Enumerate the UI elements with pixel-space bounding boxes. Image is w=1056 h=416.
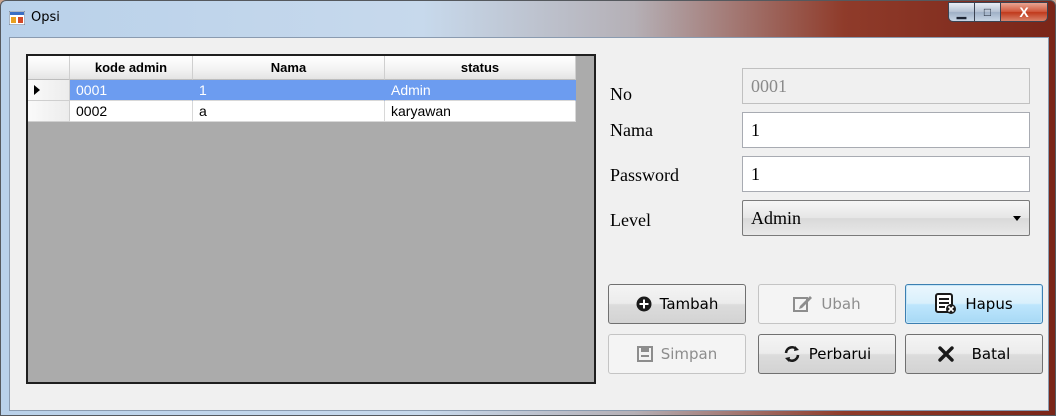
no-label: No (610, 84, 632, 104)
no-field (742, 68, 1030, 104)
window: Opsi ▁ □ X kode admin Nama status 0001 1… (0, 0, 1056, 416)
hapus-button[interactable]: Hapus (905, 284, 1043, 324)
table-row[interactable]: 0001 1 Admin (28, 80, 576, 101)
minimize-button[interactable]: ▁ (948, 2, 975, 22)
maximize-button[interactable]: □ (975, 2, 1001, 22)
title-bar[interactable]: Opsi ▁ □ X (1, 1, 1055, 37)
perbarui-label: Perbarui (808, 345, 872, 363)
edit-icon (793, 296, 813, 312)
grid-header: kode admin Nama status (28, 56, 576, 80)
password-label: Password (610, 165, 680, 185)
close-x-icon (937, 346, 954, 362)
ubah-button[interactable]: Ubah (758, 284, 896, 324)
simpan-button[interactable]: Simpan (608, 334, 746, 374)
cell-kode-admin[interactable]: 0002 (70, 101, 193, 122)
caption-buttons: ▁ □ X (948, 2, 1048, 22)
nama-field[interactable] (742, 112, 1030, 148)
close-button[interactable]: X (1001, 2, 1048, 22)
column-header-kode-admin[interactable]: kode admin (70, 56, 193, 80)
batal-label: Batal (971, 345, 1011, 363)
ubah-label: Ubah (821, 295, 861, 313)
cell-status[interactable]: Admin (385, 80, 576, 101)
row-header[interactable] (28, 80, 70, 101)
cell-nama[interactable]: a (193, 101, 385, 122)
cell-nama[interactable]: 1 (193, 80, 385, 101)
delete-list-icon (935, 293, 957, 314)
row-header-corner[interactable] (28, 56, 70, 80)
current-row-arrow-icon (34, 85, 40, 95)
save-icon (636, 346, 653, 362)
cell-kode-admin[interactable]: 0001 (70, 80, 193, 101)
batal-button[interactable]: Batal (905, 334, 1043, 374)
window-title: Opsi (31, 10, 60, 25)
client-area: kode admin Nama status 0001 1 Admin 0002… (9, 37, 1049, 411)
cell-status[interactable]: karyawan (385, 101, 576, 122)
app-icon (9, 11, 25, 25)
column-header-status[interactable]: status (385, 56, 576, 80)
perbarui-button[interactable]: Perbarui (758, 334, 896, 374)
plus-circle-icon (636, 296, 652, 312)
chevron-down-icon (1013, 216, 1021, 221)
nama-label: Nama (610, 120, 653, 140)
column-header-nama[interactable]: Nama (193, 56, 385, 80)
level-label: Level (610, 210, 651, 230)
simpan-label: Simpan (660, 345, 718, 363)
admin-data-grid[interactable]: kode admin Nama status 0001 1 Admin 0002… (26, 54, 596, 384)
tambah-label: Tambah (659, 295, 719, 313)
row-header[interactable] (28, 101, 70, 122)
tambah-button[interactable]: Tambah (608, 284, 746, 324)
maximize-icon: □ (983, 5, 992, 19)
table-row[interactable]: 0002 a karyawan (28, 101, 576, 122)
level-selected-value: Admin (751, 207, 802, 228)
level-dropdown[interactable]: Admin (742, 200, 1030, 236)
close-icon: X (1019, 4, 1029, 20)
refresh-icon (784, 346, 800, 362)
password-field[interactable] (742, 156, 1030, 192)
minimize-icon: ▁ (956, 5, 967, 19)
hapus-label: Hapus (965, 295, 1013, 313)
